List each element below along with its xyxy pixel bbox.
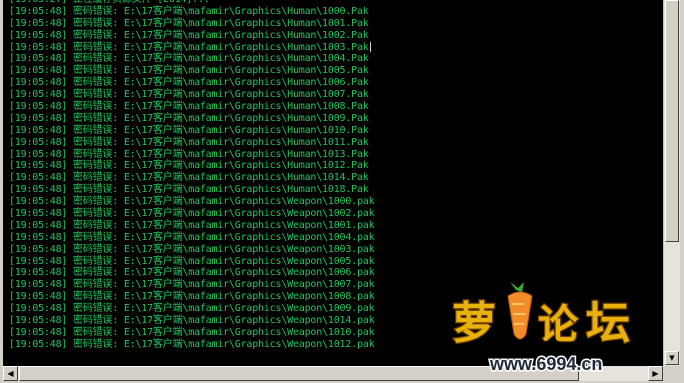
log-line: [19:05:48] 密码错误: E:\17客户端\mafamir\Graphi… — [9, 17, 369, 29]
log-line: [19:05:48] 密码错误: E:\17客户端\mafamir\Graphi… — [9, 29, 369, 41]
vertical-scroll-thumb[interactable] — [665, 0, 679, 242]
log-line: [19:05:48] 密码错误: E:\17客户端\mafamir\Graphi… — [9, 291, 375, 303]
log-line: [19:05:48] 密码错误: E:\17客户端\mafamir\Graphi… — [9, 255, 375, 267]
log-line: [19:05:48] 密码错误: E:\17客户端\mafamir\Graphi… — [9, 65, 369, 77]
chevron-left-icon: ◀ — [7, 369, 14, 378]
log-line: [19:05:48] 密码错误: E:\17客户端\mafamir\Graphi… — [9, 41, 371, 53]
log-line: [19:05:48] 密码错误: E:\17客户端\mafamir\Graphi… — [9, 184, 369, 196]
log-line: [19:05:48] 密码错误: E:\17客户端\mafamir\Graphi… — [9, 136, 369, 148]
log-line: [19:05:48] 密码错误: E:\17客户端\mafamir\Graphi… — [9, 5, 369, 17]
log-line: [19:05:48] 密码错误: E:\17客户端\mafamir\Graphi… — [9, 326, 375, 338]
log-line: [19:05:48] 密码错误: E:\17客户端\mafamir\Graphi… — [9, 196, 375, 208]
radish-logo-icon: 萝 论 坛 www.6994.cn — [451, 282, 631, 376]
log-line: [19:05:48] 密码错误: E:\17客户端\mafamir\Graphi… — [9, 267, 375, 279]
text-cursor — [369, 41, 371, 52]
log-line: [19:05:48] 密码错误: E:\17客户端\mafamir\Graphi… — [9, 112, 369, 124]
log-line: [19:05:48] 密码错误: E:\17客户端\mafamir\Graphi… — [9, 219, 375, 231]
log-line: [19:05:48] 密码错误: E:\17客户端\mafamir\Graphi… — [9, 77, 369, 89]
watermark-url: www.6994.cn — [489, 354, 602, 374]
log-line: [19:05:48] 密码错误: E:\17客户端\mafamir\Graphi… — [9, 148, 369, 160]
log-window: [19:05:27] 正在缓存资源文件 [2614]...[19:05:48] … — [0, 0, 684, 381]
log-line: [19:05:48] 密码错误: E:\17客户端\mafamir\Graphi… — [9, 279, 375, 291]
log-line: [19:05:48] 密码错误: E:\17客户端\mafamir\Graphi… — [9, 338, 375, 350]
log-line: [19:05:48] 密码错误: E:\17客户端\mafamir\Graphi… — [9, 315, 375, 327]
log-line: [19:05:48] 密码错误: E:\17客户端\mafamir\Graphi… — [9, 53, 369, 65]
log-line: [19:05:48] 密码错误: E:\17客户端\mafamir\Graphi… — [9, 172, 369, 184]
svg-text:萝: 萝 — [452, 298, 496, 349]
log-line: [19:05:48] 密码错误: E:\17客户端\mafamir\Graphi… — [9, 101, 369, 113]
log-line: [19:05:48] 密码错误: E:\17客户端\mafamir\Graphi… — [9, 303, 375, 315]
svg-text:坛: 坛 — [586, 298, 630, 349]
site-watermark-logo: 萝 论 坛 www.6994.cn — [438, 282, 678, 378]
log-line: [19:05:48] 密码错误: E:\17客户端\mafamir\Graphi… — [9, 208, 375, 220]
log-list: [19:05:27] 正在缓存资源文件 [2614]...[19:05:48] … — [9, 0, 375, 351]
log-line: [19:05:48] 密码错误: E:\17客户端\mafamir\Graphi… — [9, 124, 369, 136]
log-line: [19:05:48] 密码错误: E:\17客户端\mafamir\Graphi… — [9, 89, 369, 101]
log-line: [19:05:48] 密码错误: E:\17客户端\mafamir\Graphi… — [9, 160, 369, 172]
svg-text:论: 论 — [538, 302, 579, 348]
scroll-left-button[interactable]: ◀ — [3, 366, 18, 381]
log-line: [19:05:48] 密码错误: E:\17客户端\mafamir\Graphi… — [9, 231, 375, 243]
log-line: [19:05:48] 密码错误: E:\17客户端\mafamir\Graphi… — [9, 243, 375, 255]
